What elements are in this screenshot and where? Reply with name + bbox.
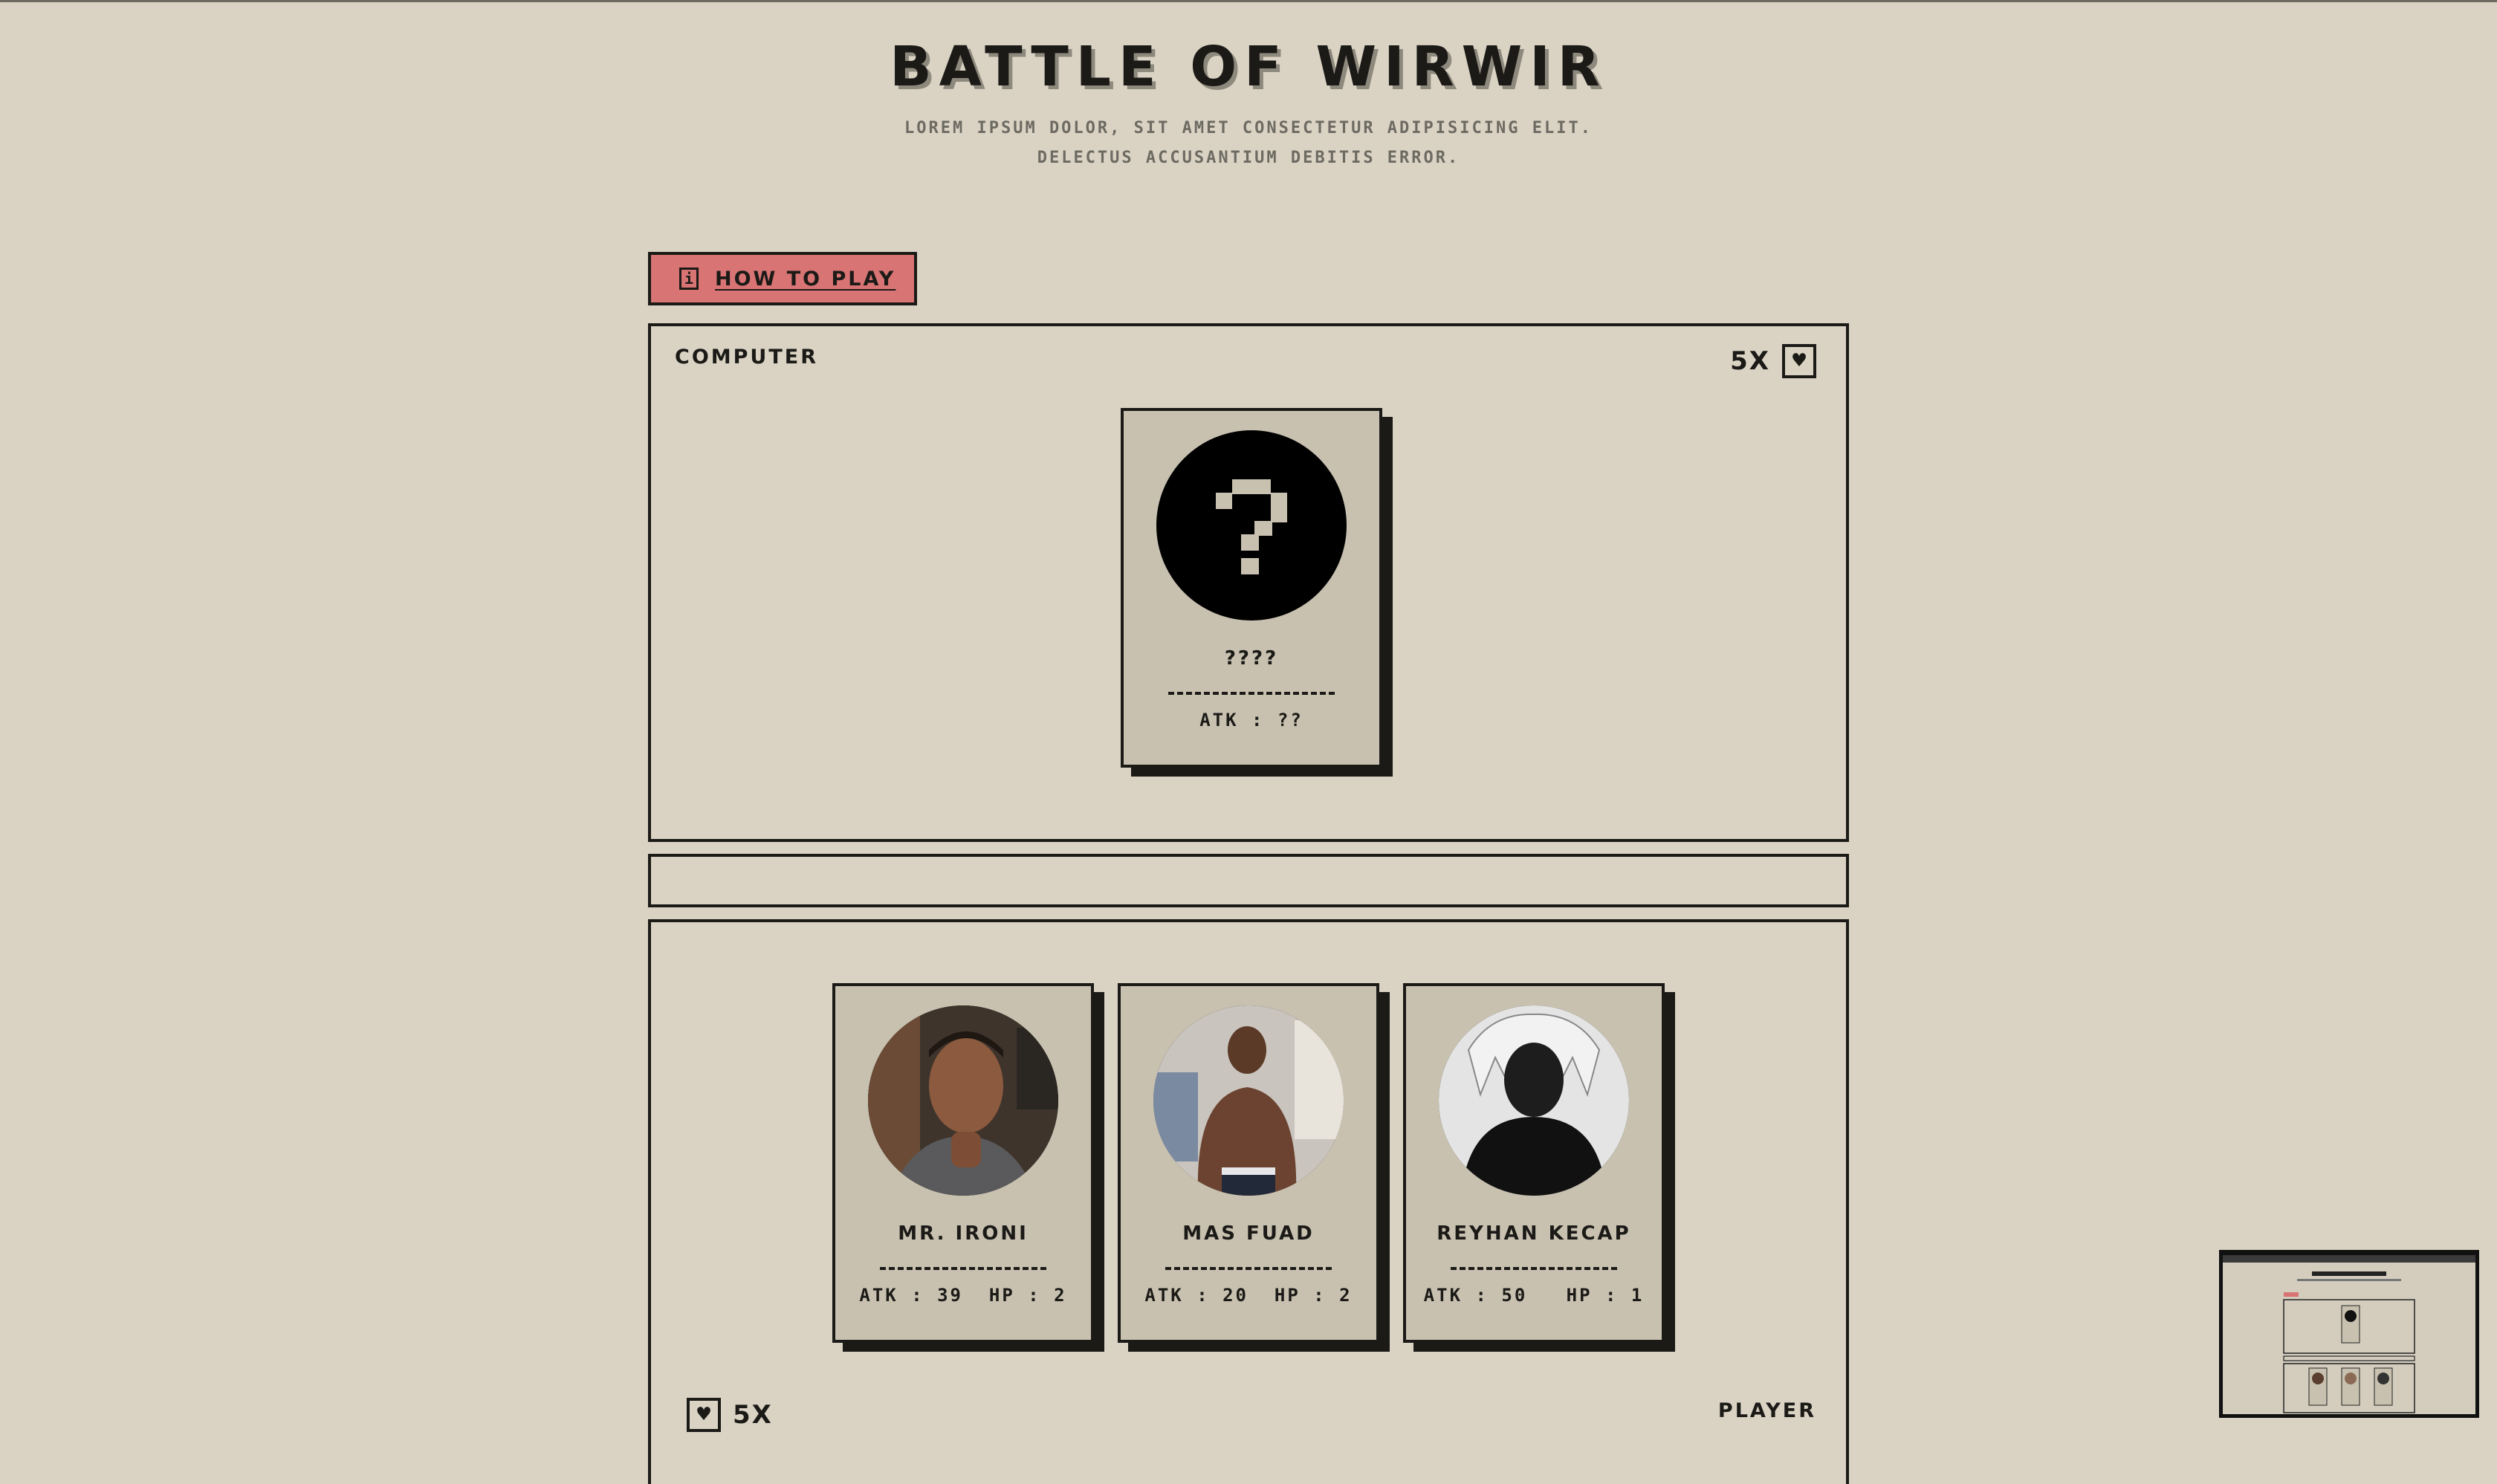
how-to-play-label: HOW TO PLAY	[715, 267, 896, 291]
heart-icon: ♥	[1782, 344, 1816, 378]
card-divider	[1168, 692, 1335, 695]
heart-icon: ♥	[687, 1398, 721, 1432]
question-mark-icon	[1156, 430, 1347, 621]
computer-card: ???? ATK : ??	[1121, 408, 1382, 768]
info-icon: i	[679, 268, 699, 290]
card-name: REYHAN KECAP	[1437, 1222, 1631, 1245]
player-card-mas-fuad[interactable]: MAS FUAD ATK : 20 HP : 2	[1118, 983, 1379, 1343]
avatar	[868, 1005, 1058, 1196]
card-divider	[1451, 1267, 1617, 1270]
card-divider	[880, 1267, 1046, 1270]
how-to-play-button[interactable]: i HOW TO PLAY	[648, 252, 917, 305]
player-card-mr-ironi[interactable]: MR. IRONI ATK : 39 HP : 2	[832, 983, 1094, 1343]
card-name: MAS FUAD	[1182, 1222, 1315, 1245]
subtitle-line-1: LOREM IPSUM DOLOR, SIT AMET CONSECTETUR …	[904, 119, 1593, 137]
player-lives: ♥ 5X	[687, 1398, 773, 1432]
card-stats: ATK : 20 HP : 2	[1144, 1285, 1353, 1306]
computer-lives: 5X ♥	[1730, 344, 1816, 378]
card-name: MR. IRONI	[898, 1222, 1029, 1245]
card-stats: ATK : 39 HP : 2	[859, 1285, 1067, 1306]
player-card-reyhan-kecap[interactable]: REYHAN KECAP ATK : 50 HP : 1	[1403, 983, 1665, 1343]
player-board: MR. IRONI ATK : 39 HP : 2 MAS FUAD ATK :…	[648, 919, 1849, 1484]
card-divider	[1165, 1267, 1332, 1270]
computer-card-name: ????	[1224, 647, 1279, 670]
computer-label: COMPUTER	[675, 346, 819, 369]
computer-card-stats: ATK : ??	[1199, 710, 1303, 730]
page-preview-thumbnail[interactable]	[2219, 1250, 2479, 1418]
game-subtitle: LOREM IPSUM DOLOR, SIT AMET CONSECTETUR …	[0, 114, 2497, 173]
avatar	[1439, 1005, 1629, 1196]
computer-board: COMPUTER 5X ♥ ???? ATK : ??	[648, 323, 1849, 842]
battle-message-bar	[648, 854, 1849, 907]
player-label: PLAYER	[1717, 1399, 1816, 1422]
computer-lives-count: 5X	[1730, 346, 1770, 376]
avatar	[1153, 1005, 1344, 1196]
game-title: BATTLE OF WIRWIR	[890, 35, 1607, 99]
card-stats: ATK : 50 HP : 1	[1423, 1285, 1645, 1306]
player-lives-count: 5X	[733, 1400, 773, 1430]
subtitle-line-2: DELECTUS ACCUSANTIUM DEBITIS ERROR.	[1037, 149, 1460, 167]
